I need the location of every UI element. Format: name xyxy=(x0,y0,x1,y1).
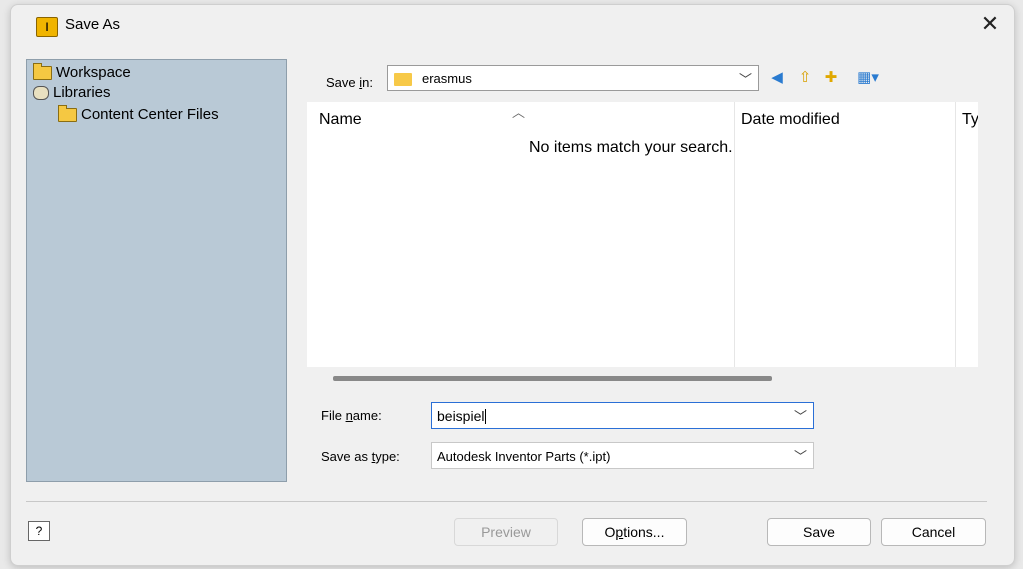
save-button[interactable]: Save xyxy=(767,518,871,546)
sidebar-item-content-center-files[interactable]: Content Center Files xyxy=(58,104,219,123)
view-menu-icon[interactable]: ▦▾ xyxy=(852,69,884,87)
sidebar-item-workspace[interactable]: Workspace xyxy=(33,62,131,81)
new-folder-icon[interactable]: ✚ xyxy=(822,69,840,87)
column-header-type[interactable]: Typ xyxy=(962,111,978,129)
back-icon[interactable]: ◀ xyxy=(768,69,786,87)
up-folder-icon[interactable]: ⇧ xyxy=(796,69,814,87)
sidebar-item-label: Libraries xyxy=(53,84,111,101)
file-name-value: beispiel xyxy=(437,408,485,424)
horizontal-scrollbar[interactable] xyxy=(333,376,772,381)
footer-divider xyxy=(26,501,987,502)
title-bar: I Save As ✕ xyxy=(11,5,1014,45)
empty-message: No items match your search. xyxy=(529,139,733,156)
places-sidebar: Workspace Libraries Content Center Files xyxy=(26,59,287,482)
file-type-select[interactable]: Autodesk Inventor Parts (*.ipt) ﹀ xyxy=(431,442,814,469)
file-name-label: File name: xyxy=(321,408,382,423)
folder-icon xyxy=(394,73,412,86)
help-icon[interactable]: ? xyxy=(28,521,50,541)
column-separator[interactable] xyxy=(734,102,735,367)
preview-button[interactable]: Preview xyxy=(454,518,558,546)
file-type-value: Autodesk Inventor Parts (*.ipt) xyxy=(437,449,611,464)
inventor-app-icon: I xyxy=(36,17,58,37)
cancel-button[interactable]: Cancel xyxy=(881,518,986,546)
folder-icon xyxy=(33,62,52,80)
chevron-down-icon: ﹀ xyxy=(738,72,752,87)
sidebar-item-label: Content Center Files xyxy=(81,106,219,123)
file-list[interactable]: ︿ Name Date modified Typ No items match … xyxy=(307,102,978,367)
dialog-title: Save As xyxy=(65,16,121,33)
column-header-name[interactable]: Name xyxy=(319,111,362,129)
folder-icon xyxy=(58,104,77,122)
text-caret xyxy=(485,409,487,424)
save-in-label: Save in: xyxy=(326,75,373,90)
close-icon[interactable]: ✕ xyxy=(976,11,1004,39)
sidebar-item-label: Workspace xyxy=(56,64,131,81)
libraries-icon xyxy=(33,85,49,100)
chevron-down-icon: ﹀ xyxy=(793,449,807,464)
file-name-input[interactable]: beispiel ﹀ xyxy=(431,402,814,429)
column-header-date-modified[interactable]: Date modified xyxy=(741,111,840,129)
save-in-dropdown[interactable]: erasmus ﹀ xyxy=(387,65,759,91)
chevron-down-icon[interactable]: ﹀ xyxy=(794,406,807,425)
save-in-value: erasmus xyxy=(422,71,472,86)
sort-arrow-icon: ︿ xyxy=(512,105,526,120)
file-type-label: Save as type: xyxy=(321,449,400,464)
sidebar-item-libraries[interactable]: Libraries xyxy=(33,84,111,101)
column-separator[interactable] xyxy=(955,102,956,367)
options-button[interactable]: Options... xyxy=(582,518,687,546)
